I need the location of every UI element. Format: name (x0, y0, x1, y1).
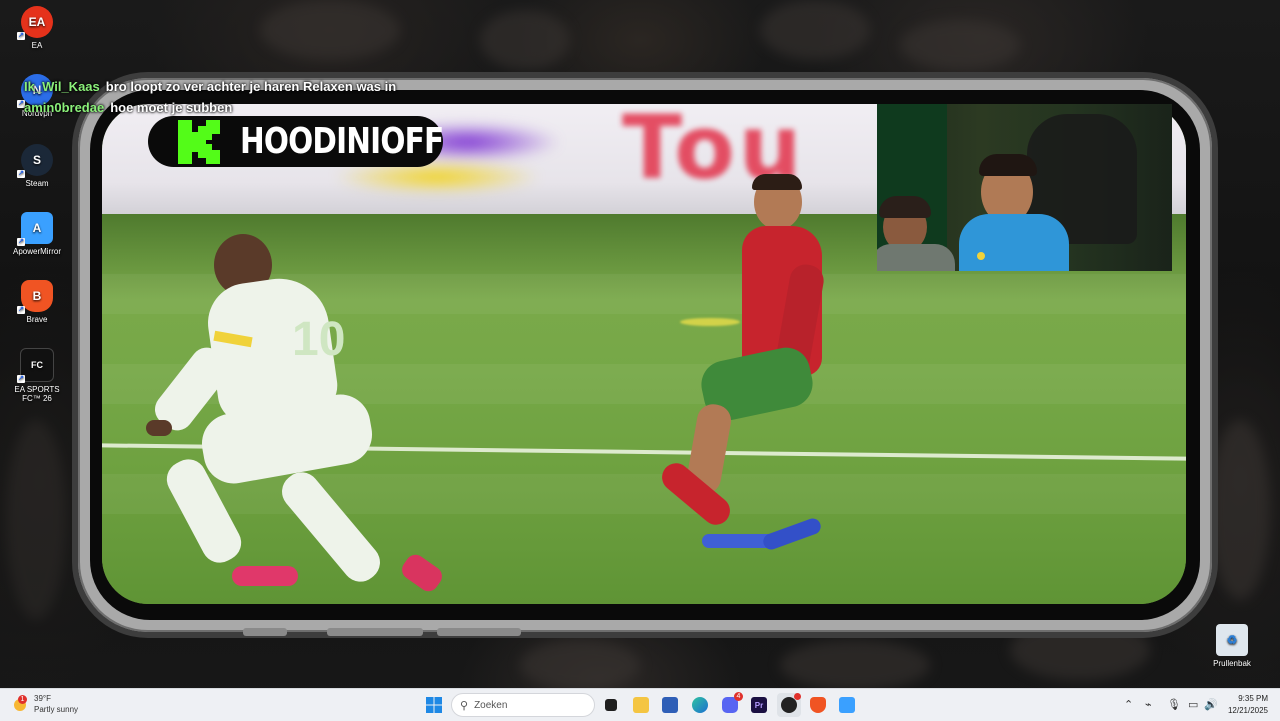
store-button[interactable] (658, 693, 682, 717)
player-red-kit (656, 174, 862, 574)
network-icon[interactable]: ⌁ (1145, 698, 1152, 711)
desktop-icon-label: EA (31, 41, 43, 50)
chat-username: amin0bredae (24, 100, 105, 115)
phone-side-button (437, 628, 521, 636)
premiere-icon: Pr (751, 697, 767, 713)
chat-message: Ik_Wil_Kaas bro loopt zo ver achter je ha… (24, 76, 396, 97)
file-explorer-icon (633, 697, 649, 713)
weather-condition: Partly sunny (34, 705, 79, 714)
phone-side-button (243, 628, 287, 636)
phone-side-button (327, 628, 423, 636)
edge-button[interactable] (688, 693, 712, 717)
microphone-icon[interactable]: 🎙 (1167, 698, 1181, 711)
task-view-icon (605, 699, 617, 711)
kick-logo-icon (178, 119, 220, 164)
desktop-icon-apowermirror[interactable]: A ↗ ApowerMirror (5, 212, 69, 256)
desktop-icon-label: Brave (26, 315, 48, 324)
apowermirror-taskbar-button[interactable] (835, 693, 859, 717)
taskbar: 1 39°F Partly sunny ⚲ Zoeken 4 Pr ⌃ ⌁ 🎙 … (0, 688, 1280, 721)
discord-icon: 4 (722, 692, 743, 713)
volume-icon[interactable]: 🔊 (1204, 698, 1218, 711)
taskbar-clock[interactable]: 9:35 PM 12/21/2025 (1228, 693, 1268, 717)
recycle-bin-icon: ♻ (1216, 624, 1248, 656)
chat-message: amin0bredae hoe moet je subben (24, 97, 396, 118)
brave-icon (810, 697, 826, 713)
desktop-icon-brave[interactable]: B ↗ Brave (5, 280, 69, 324)
desktop-icon-ea[interactable]: EA ↗ EA (5, 6, 69, 50)
desktop-icon-label: EA SPORTS FC™ 26 (14, 385, 60, 403)
discord-badge: 4 (734, 692, 743, 701)
chat-text: hoe moet je subben (110, 100, 233, 115)
taskbar-search[interactable]: ⚲ Zoeken (451, 693, 595, 717)
display-icon[interactable]: ▭ (1188, 698, 1198, 711)
desktop-icon-steam[interactable]: S ↗ Steam (5, 144, 69, 188)
steam-icon: S ↗ (17, 144, 53, 178)
file-explorer-button[interactable] (629, 693, 653, 717)
desktop-icon-recycle-bin[interactable]: ♻ Prullenbak (1200, 624, 1264, 668)
apowermirror-icon: A ↗ (17, 212, 53, 246)
search-placeholder: Zoeken (474, 699, 508, 711)
clock-date: 12/21/2025 (1227, 706, 1268, 715)
chat-text: bro loopt zo ver achter je haren Relaxen… (105, 79, 397, 94)
chevron-up-icon[interactable]: ⌃ (1124, 698, 1133, 711)
desktop-icon-label: Prullenbak (1213, 659, 1251, 668)
player-white-kit: 10 (142, 234, 562, 604)
clock-time: 9:35 PM (1238, 694, 1268, 703)
edge-icon (692, 697, 708, 713)
chat-username: Ik_Wil_Kaas (24, 79, 100, 94)
desktop-icon-label: Steam (25, 179, 49, 188)
search-icon: ⚲ (460, 699, 469, 712)
brave-icon: B ↗ (17, 280, 53, 314)
desktop-icon-ea-sports-fc[interactable]: FC ↗ EA SPORTS FC™ 26 (5, 348, 69, 403)
stream-chat: Ik_Wil_Kaas bro loopt zo ver achter je ha… (24, 76, 396, 118)
obs-button[interactable] (777, 693, 801, 717)
desktop-icon-label: ApowerMirror (12, 247, 61, 256)
weather-widget[interactable]: 1 39°F Partly sunny (12, 693, 78, 715)
task-view-button[interactable] (599, 693, 623, 717)
store-icon (662, 697, 678, 713)
discord-button[interactable]: 4 (718, 692, 743, 717)
weather-icon: 1 (12, 695, 30, 713)
channel-name: HOODINIOFF (240, 121, 444, 162)
webcam-overlay (877, 104, 1172, 271)
premiere-button[interactable]: Pr (747, 693, 771, 717)
channel-logo: HOODINIOFF (148, 116, 444, 167)
windows-start-icon (426, 697, 442, 713)
weather-temperature: 39°F (34, 694, 51, 703)
brave-taskbar-button[interactable] (806, 693, 830, 717)
player-shirt-number: 10 (292, 313, 346, 366)
apowermirror-icon (839, 697, 855, 713)
ea-sports-fc-icon: FC ↗ (17, 348, 54, 383)
start-button[interactable] (422, 693, 446, 717)
ea-icon: EA ↗ (17, 6, 53, 40)
obs-icon (781, 693, 801, 713)
weather-badge: 1 (18, 695, 27, 704)
